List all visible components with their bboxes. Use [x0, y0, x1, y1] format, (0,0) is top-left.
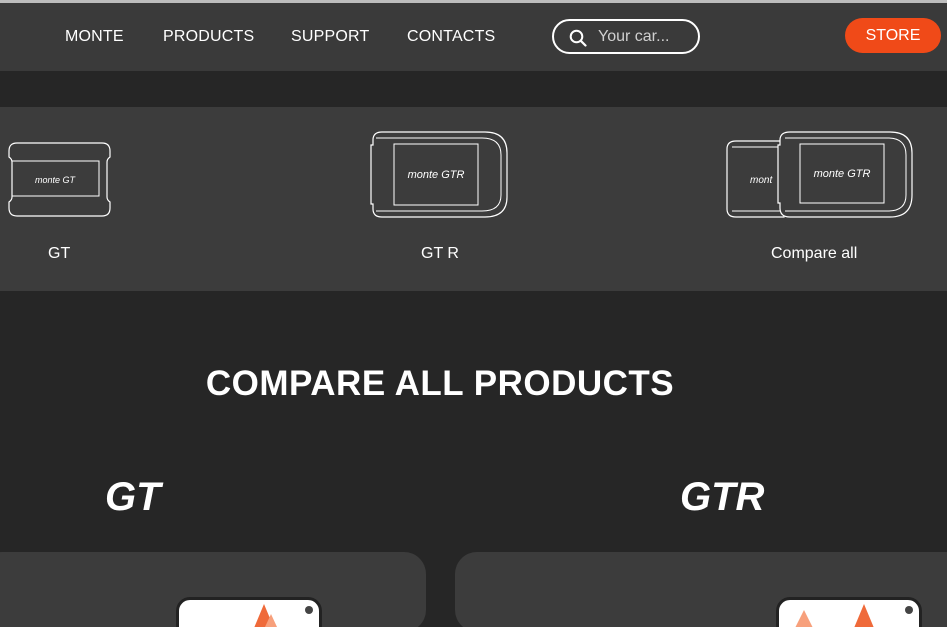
product-label-gtr: GT R — [421, 245, 459, 262]
gtr-phone-image — [776, 597, 922, 627]
gtr-device-image: monte GTR — [370, 131, 508, 218]
search-box[interactable] — [552, 19, 700, 54]
product-label-gt: GT — [48, 245, 71, 262]
gt-device-image: monte GT — [8, 142, 111, 217]
nav-monte[interactable]: MONTE — [65, 28, 124, 46]
search-input[interactable] — [598, 26, 693, 48]
gt-brand-logo: GT — [105, 475, 164, 516]
store-button[interactable]: STORE — [845, 18, 941, 53]
svg-text:monte GTR: monte GTR — [814, 168, 871, 180]
svg-text:monte GTR: monte GTR — [408, 169, 465, 181]
product-card-gtr[interactable]: monte GTR GT R — [360, 107, 520, 291]
product-label-compare-all: Compare all — [771, 245, 858, 262]
site-header: MONTE PRODUCTS SUPPORT CONTACTS STORE — [0, 3, 947, 71]
compare-all-device-image: mont monte GTR — [726, 131, 913, 218]
search-icon[interactable] — [569, 29, 587, 47]
compare-section-title: COMPARE ALL PRODUCTS — [205, 364, 675, 403]
gt-phone-image — [176, 597, 322, 627]
gtr-brand-logo: GTR — [680, 475, 765, 516]
products-bar: monte GT GT monte GTR GT R mont monte GT… — [0, 107, 947, 291]
product-card-compare-all[interactable]: mont monte GTR Compare all — [720, 107, 920, 291]
product-card-gt[interactable]: monte GT GT — [0, 107, 130, 291]
nav-support[interactable]: SUPPORT — [291, 28, 369, 46]
nav-contacts[interactable]: CONTACTS — [407, 28, 495, 46]
svg-text:GTR: GTR — [680, 475, 765, 516]
svg-text:GT: GT — [105, 475, 164, 516]
gtr-phone-screen — [795, 604, 913, 627]
svg-text:mont: mont — [750, 175, 773, 186]
nav-products[interactable]: PRODUCTS — [163, 28, 254, 46]
gt-phone-screen — [254, 604, 313, 627]
svg-text:monte GT: monte GT — [35, 175, 77, 185]
